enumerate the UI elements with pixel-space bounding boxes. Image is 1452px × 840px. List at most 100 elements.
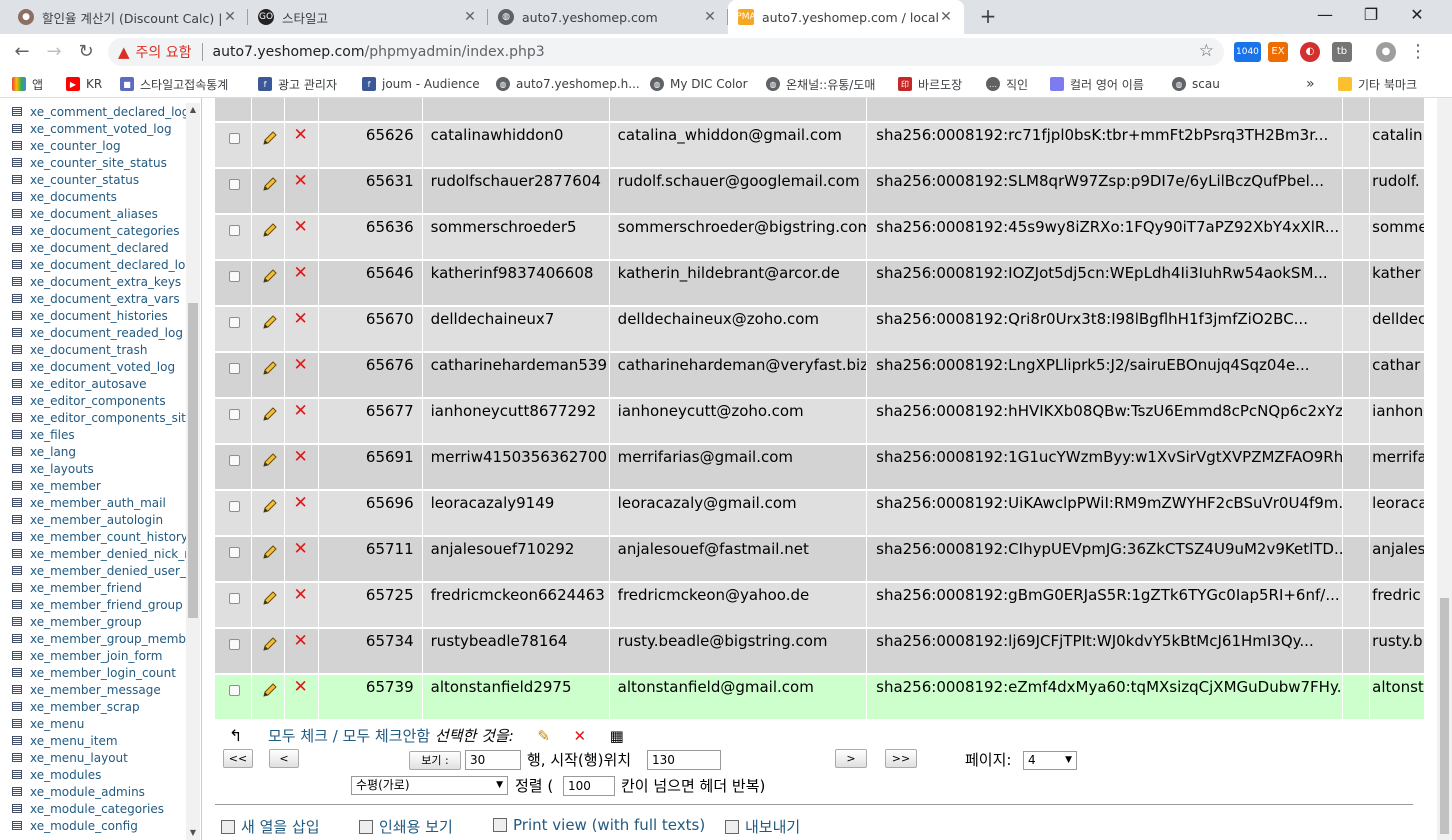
close-icon[interactable]: ✕ (938, 9, 954, 25)
sidebar-table-item[interactable]: xe_document_voted_log (0, 358, 186, 375)
sidebar-table-item[interactable]: xe_member (0, 477, 186, 494)
extension-badge[interactable]: 1040 (1234, 42, 1261, 62)
first-page-button[interactable]: << (223, 749, 253, 768)
delete-icon[interactable]: ✕ (293, 495, 307, 512)
tab-discount-calc[interactable]: ● 할인율 계산기 (Discount Calc) | ✕ (8, 0, 248, 34)
sidebar-table-item[interactable]: xe_menu_item (0, 732, 186, 749)
sidebar-table-item[interactable]: xe_module_admins (0, 783, 186, 800)
bookmark-bardo[interactable]: 印 바르도장 (898, 75, 962, 93)
sidebar-table-item[interactable]: xe_document_extra_keys (0, 273, 186, 290)
sidebar-table-item[interactable]: xe_member_scrap (0, 698, 186, 715)
edit-pencil-icon[interactable] (261, 682, 278, 699)
other-bookmarks[interactable]: 기타 북마크 (1338, 75, 1417, 93)
edit-pencil-icon[interactable] (261, 498, 278, 515)
bookmark-stylego-stats[interactable]: ■ 스타일고접속통계 (120, 75, 228, 93)
scroll-up-arrow-icon[interactable]: ▲ (186, 103, 200, 117)
main-scrollbar[interactable] (1437, 98, 1452, 840)
edit-pencil-icon[interactable] (261, 130, 278, 147)
bookmark-apps[interactable]: 앱 (12, 75, 43, 93)
export-link[interactable]: 내보내기 (725, 816, 800, 837)
tb-extension-icon[interactable]: tb (1332, 42, 1352, 62)
sidebar-table-item[interactable]: xe_member_auth_mail (0, 494, 186, 511)
bulk-export-icon[interactable]: ▦ (610, 727, 624, 745)
delete-icon[interactable]: ✕ (293, 173, 307, 190)
display-mode-select[interactable]: 수평(가로) ▼ (351, 776, 508, 795)
delete-icon[interactable]: ✕ (293, 311, 307, 328)
sidebar-table-item[interactable]: xe_counter_status (0, 171, 186, 188)
sidebar-table-item[interactable]: xe_module_categories (0, 800, 186, 817)
minimize-button[interactable]: — (1302, 4, 1348, 28)
bulk-delete-icon[interactable]: ✕ (573, 727, 586, 745)
sidebar-table-item[interactable]: xe_document_declared_log (0, 256, 186, 273)
edit-pencil-icon[interactable] (261, 222, 278, 239)
sidebar-table-item[interactable]: xe_member_denied_nick_n (0, 545, 186, 562)
row-checkbox[interactable] (229, 455, 240, 466)
next-page-button[interactable]: > (835, 749, 867, 768)
row-checkbox[interactable] (229, 409, 240, 420)
delete-icon[interactable]: ✕ (293, 449, 307, 466)
sidebar-table-item[interactable]: xe_layouts (0, 460, 186, 477)
sidebar-table-item[interactable]: xe_document_histories (0, 307, 186, 324)
sidebar-table-item[interactable]: xe_member_friend (0, 579, 186, 596)
address-bar[interactable]: ▲ 주의 요함 auto7.yeshomep.com/phpmyadmin/in… (108, 38, 1224, 66)
row-checkbox[interactable] (229, 225, 240, 236)
sidebar-table-item[interactable]: xe_modules (0, 766, 186, 783)
sidebar-table-item[interactable]: xe_documents (0, 188, 186, 205)
tab-phpmyadmin[interactable]: PMA auto7.yeshomep.com / localhost ✕ (728, 0, 964, 34)
show-button[interactable]: 보기 : (409, 751, 461, 770)
row-checkbox[interactable] (229, 593, 240, 604)
sidebar-table-item[interactable]: xe_comment_voted_log (0, 120, 186, 137)
bookmark-star-icon[interactable]: ☆ (1199, 41, 1214, 61)
bookmark-color-names[interactable]: 컬러 영어 이름 (1050, 75, 1144, 93)
sidebar-table-item[interactable]: xe_document_declared (0, 239, 186, 256)
row-checkbox[interactable] (229, 363, 240, 374)
rows-count-input[interactable]: 30 (465, 750, 521, 770)
new-tab-button[interactable]: + (976, 5, 1000, 29)
row-checkbox[interactable] (229, 317, 240, 328)
delete-icon[interactable]: ✕ (293, 679, 307, 696)
back-button[interactable]: ← (10, 40, 34, 64)
restore-button[interactable]: ❐ (1348, 4, 1394, 28)
sidebar-table-item[interactable]: xe_files (0, 426, 186, 443)
edit-pencil-icon[interactable] (261, 452, 278, 469)
start-row-input[interactable]: 130 (647, 750, 721, 770)
tab-auto7[interactable]: ◍ auto7.yeshomep.com ✕ (488, 0, 728, 34)
edit-pencil-icon[interactable] (261, 268, 278, 285)
sidebar-table-item[interactable]: xe_module_config (0, 817, 186, 834)
security-warning[interactable]: ▲ 주의 요함 (118, 42, 192, 62)
bookmark-joum[interactable]: f joum - Audience (362, 75, 480, 93)
sidebar-table-item[interactable]: xe_counter_site_status (0, 154, 186, 171)
bookmark-auto7[interactable]: ◍ auto7.yeshomep.h... (496, 75, 640, 93)
delete-icon[interactable]: ✕ (293, 357, 307, 374)
bookmarks-overflow-button[interactable]: » (1306, 75, 1315, 93)
tab-stylego[interactable]: GO 스타일고 ✕ (248, 0, 488, 34)
bookmark-scau[interactable]: ◍ scau (1172, 75, 1220, 93)
delete-icon[interactable]: ✕ (293, 127, 307, 144)
edit-pencil-icon[interactable] (261, 360, 278, 377)
sidebar-table-item[interactable]: xe_document_trash (0, 341, 186, 358)
sidebar-table-item[interactable]: xe_document_aliases (0, 205, 186, 222)
close-icon[interactable]: ✕ (702, 9, 718, 25)
edit-pencil-icon[interactable] (261, 590, 278, 607)
ex-extension-icon[interactable]: EX (1268, 42, 1288, 62)
close-window-button[interactable]: ✕ (1394, 4, 1440, 28)
sidebar-table-item[interactable]: xe_member_denied_user_id (0, 562, 186, 579)
row-checkbox[interactable] (229, 685, 240, 696)
sidebar-table-item[interactable]: xe_menu_layout (0, 749, 186, 766)
sidebar-table-item[interactable]: xe_member_friend_group (0, 596, 186, 613)
sidebar-table-item[interactable]: xe_member_count_history (0, 528, 186, 545)
delete-icon[interactable]: ✕ (293, 265, 307, 282)
sidebar-table-item[interactable]: xe_menu (0, 715, 186, 732)
check-all-link[interactable]: 모두 체크 (268, 727, 328, 745)
close-icon[interactable]: ✕ (462, 9, 478, 25)
header-repeat-input[interactable]: 100 (563, 776, 615, 796)
row-checkbox[interactable] (229, 547, 240, 558)
forward-button[interactable]: → (42, 40, 66, 64)
sidebar-table-item[interactable]: xe_document_categories (0, 222, 186, 239)
delete-icon[interactable]: ✕ (293, 219, 307, 236)
sidebar-table-item[interactable]: xe_comment_declared_log (0, 103, 186, 120)
bookmark-my-dic-color[interactable]: ◍ My DIC Color (650, 75, 748, 93)
delete-icon[interactable]: ✕ (293, 587, 307, 604)
sidebar-table-item[interactable]: xe_member_message (0, 681, 186, 698)
menu-kebab-icon[interactable]: ⋮ (1406, 40, 1430, 64)
